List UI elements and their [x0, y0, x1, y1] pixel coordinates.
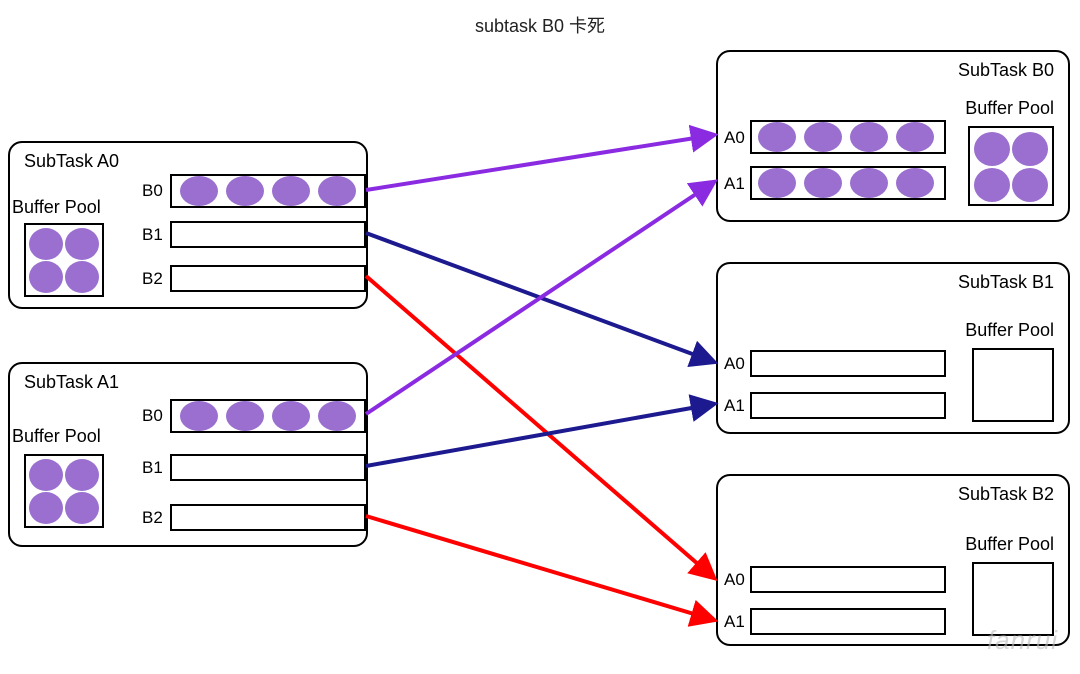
b1-q-a0-label: A0 — [724, 354, 745, 374]
buffer-icon — [1012, 132, 1048, 166]
buffer-icon — [226, 401, 264, 431]
buffer-icon — [272, 401, 310, 431]
buffer-icon — [318, 401, 356, 431]
buffer-icon — [896, 122, 934, 152]
buffer-icon — [29, 459, 63, 491]
subtask-a0-title: SubTask A0 — [24, 151, 119, 172]
edge-a0b0-b0a0 — [366, 135, 714, 190]
edge-a1b0-b0a1 — [366, 182, 714, 414]
subtask-b2-box: SubTask B2 Buffer Pool A0 A1 — [716, 474, 1070, 646]
buffer-icon — [318, 176, 356, 206]
a1-q-b1-label: B1 — [142, 458, 163, 478]
subtask-b1-box: SubTask B1 Buffer Pool A0 A1 — [716, 262, 1070, 434]
edge-a0b1-b1a0 — [366, 233, 714, 362]
buffer-icon — [974, 168, 1010, 202]
buffer-icon — [65, 459, 99, 491]
subtask-b1-bp-label: Buffer Pool — [965, 320, 1054, 341]
b2-q-a1-label: A1 — [724, 612, 745, 632]
subtask-b2-title: SubTask B2 — [958, 484, 1054, 505]
b1-q-a1 — [750, 392, 946, 419]
a0-q-b2-label: B2 — [142, 269, 163, 289]
buffer-icon — [180, 176, 218, 206]
buffer-icon — [65, 261, 99, 293]
b2-q-a1 — [750, 608, 946, 635]
buffer-icon — [180, 401, 218, 431]
subtask-b1-buffer-pool — [972, 348, 1054, 422]
b2-q-a0 — [750, 566, 946, 593]
a1-q-b2-label: B2 — [142, 508, 163, 528]
b1-q-a1-label: A1 — [724, 396, 745, 416]
subtask-b0-bp-label: Buffer Pool — [965, 98, 1054, 119]
a0-q-b0-label: B0 — [142, 181, 163, 201]
a0-q-b2 — [170, 265, 366, 292]
subtask-b0-box: SubTask B0 Buffer Pool A0 A1 — [716, 50, 1070, 222]
buffer-icon — [850, 168, 888, 198]
buffer-icon — [974, 132, 1010, 166]
buffer-icon — [226, 176, 264, 206]
subtask-a0-box: SubTask A0 Buffer Pool B0 B1 B2 — [8, 141, 368, 309]
subtask-b0-title: SubTask B0 — [958, 60, 1054, 81]
edge-a1b1-b1a1 — [366, 404, 714, 466]
subtask-b1-title: SubTask B1 — [958, 272, 1054, 293]
a0-q-b1-label: B1 — [142, 225, 163, 245]
diagram-title: subtask B0 卡死 — [475, 12, 605, 38]
buffer-icon — [896, 168, 934, 198]
buffer-icon — [1012, 168, 1048, 202]
buffer-icon — [850, 122, 888, 152]
b0-q-a1-label: A1 — [724, 174, 745, 194]
b1-q-a0 — [750, 350, 946, 377]
buffer-icon — [758, 168, 796, 198]
buffer-icon — [804, 122, 842, 152]
subtask-a1-title: SubTask A1 — [24, 372, 119, 393]
edge-a1b2-b2a1 — [366, 516, 714, 620]
subtask-a0-bp-label: Buffer Pool — [12, 197, 101, 218]
buffer-icon — [65, 228, 99, 260]
b0-q-a0-label: A0 — [724, 128, 745, 148]
buffer-icon — [758, 122, 796, 152]
a1-q-b1 — [170, 454, 366, 481]
buffer-icon — [65, 492, 99, 524]
watermark: fanrui — [987, 625, 1058, 656]
a1-q-b0-label: B0 — [142, 406, 163, 426]
buffer-icon — [29, 492, 63, 524]
a1-q-b2 — [170, 504, 366, 531]
subtask-a1-box: SubTask A1 Buffer Pool B0 B1 B2 — [8, 362, 368, 547]
a0-q-b1 — [170, 221, 366, 248]
b2-q-a0-label: A0 — [724, 570, 745, 590]
buffer-icon — [272, 176, 310, 206]
subtask-b2-bp-label: Buffer Pool — [965, 534, 1054, 555]
buffer-icon — [29, 261, 63, 293]
edge-a0b2-b2a0 — [366, 276, 714, 578]
buffer-icon — [804, 168, 842, 198]
buffer-icon — [29, 228, 63, 260]
subtask-a1-bp-label: Buffer Pool — [12, 426, 101, 447]
